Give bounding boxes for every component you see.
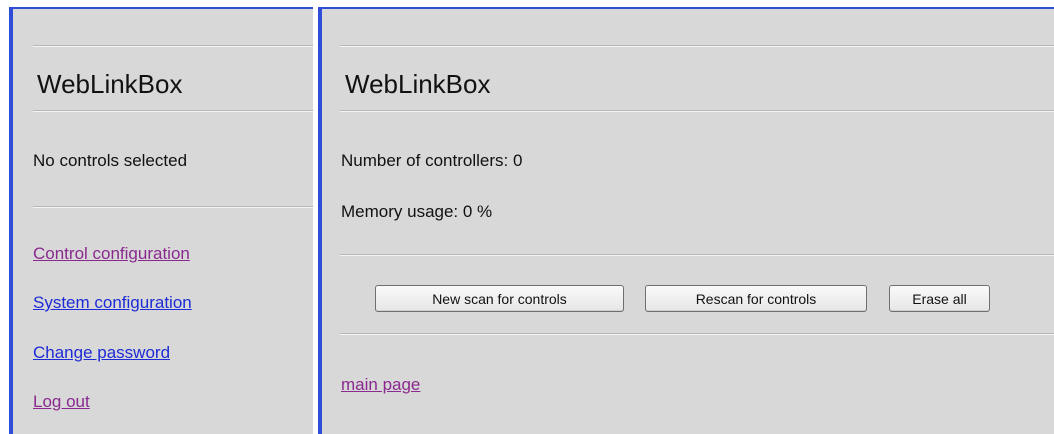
system-configuration-link[interactable]: System configuration	[33, 293, 192, 313]
controller-count: Number of controllers: 0	[341, 151, 523, 170]
new-scan-button[interactable]: New scan for controls	[375, 285, 624, 312]
log-out-link[interactable]: Log out	[33, 392, 90, 412]
divider	[340, 333, 1054, 335]
page-title: WebLinkBox	[345, 69, 491, 99]
page: WebLinkBox No controls selected Control …	[0, 0, 1054, 434]
divider	[340, 254, 1054, 256]
content-frame: WebLinkBox Number of controllers: 0 Memo…	[318, 7, 1054, 434]
divider	[33, 206, 313, 208]
divider	[33, 110, 313, 112]
rescan-button[interactable]: Rescan for controls	[645, 285, 867, 312]
change-password-link[interactable]: Change password	[33, 343, 170, 363]
control-configuration-link[interactable]: Control configuration	[33, 244, 190, 264]
divider	[340, 45, 1054, 47]
selection-status: No controls selected	[33, 151, 188, 170]
sidebar-title: WebLinkBox	[37, 69, 183, 99]
divider	[340, 110, 1054, 112]
divider	[33, 45, 313, 47]
navigation-frame: WebLinkBox No controls selected Control …	[9, 7, 313, 434]
main-page-link[interactable]: main page	[341, 375, 420, 395]
erase-all-button[interactable]: Erase all	[889, 285, 990, 312]
memory-usage: Memory usage: 0 %	[341, 202, 493, 221]
